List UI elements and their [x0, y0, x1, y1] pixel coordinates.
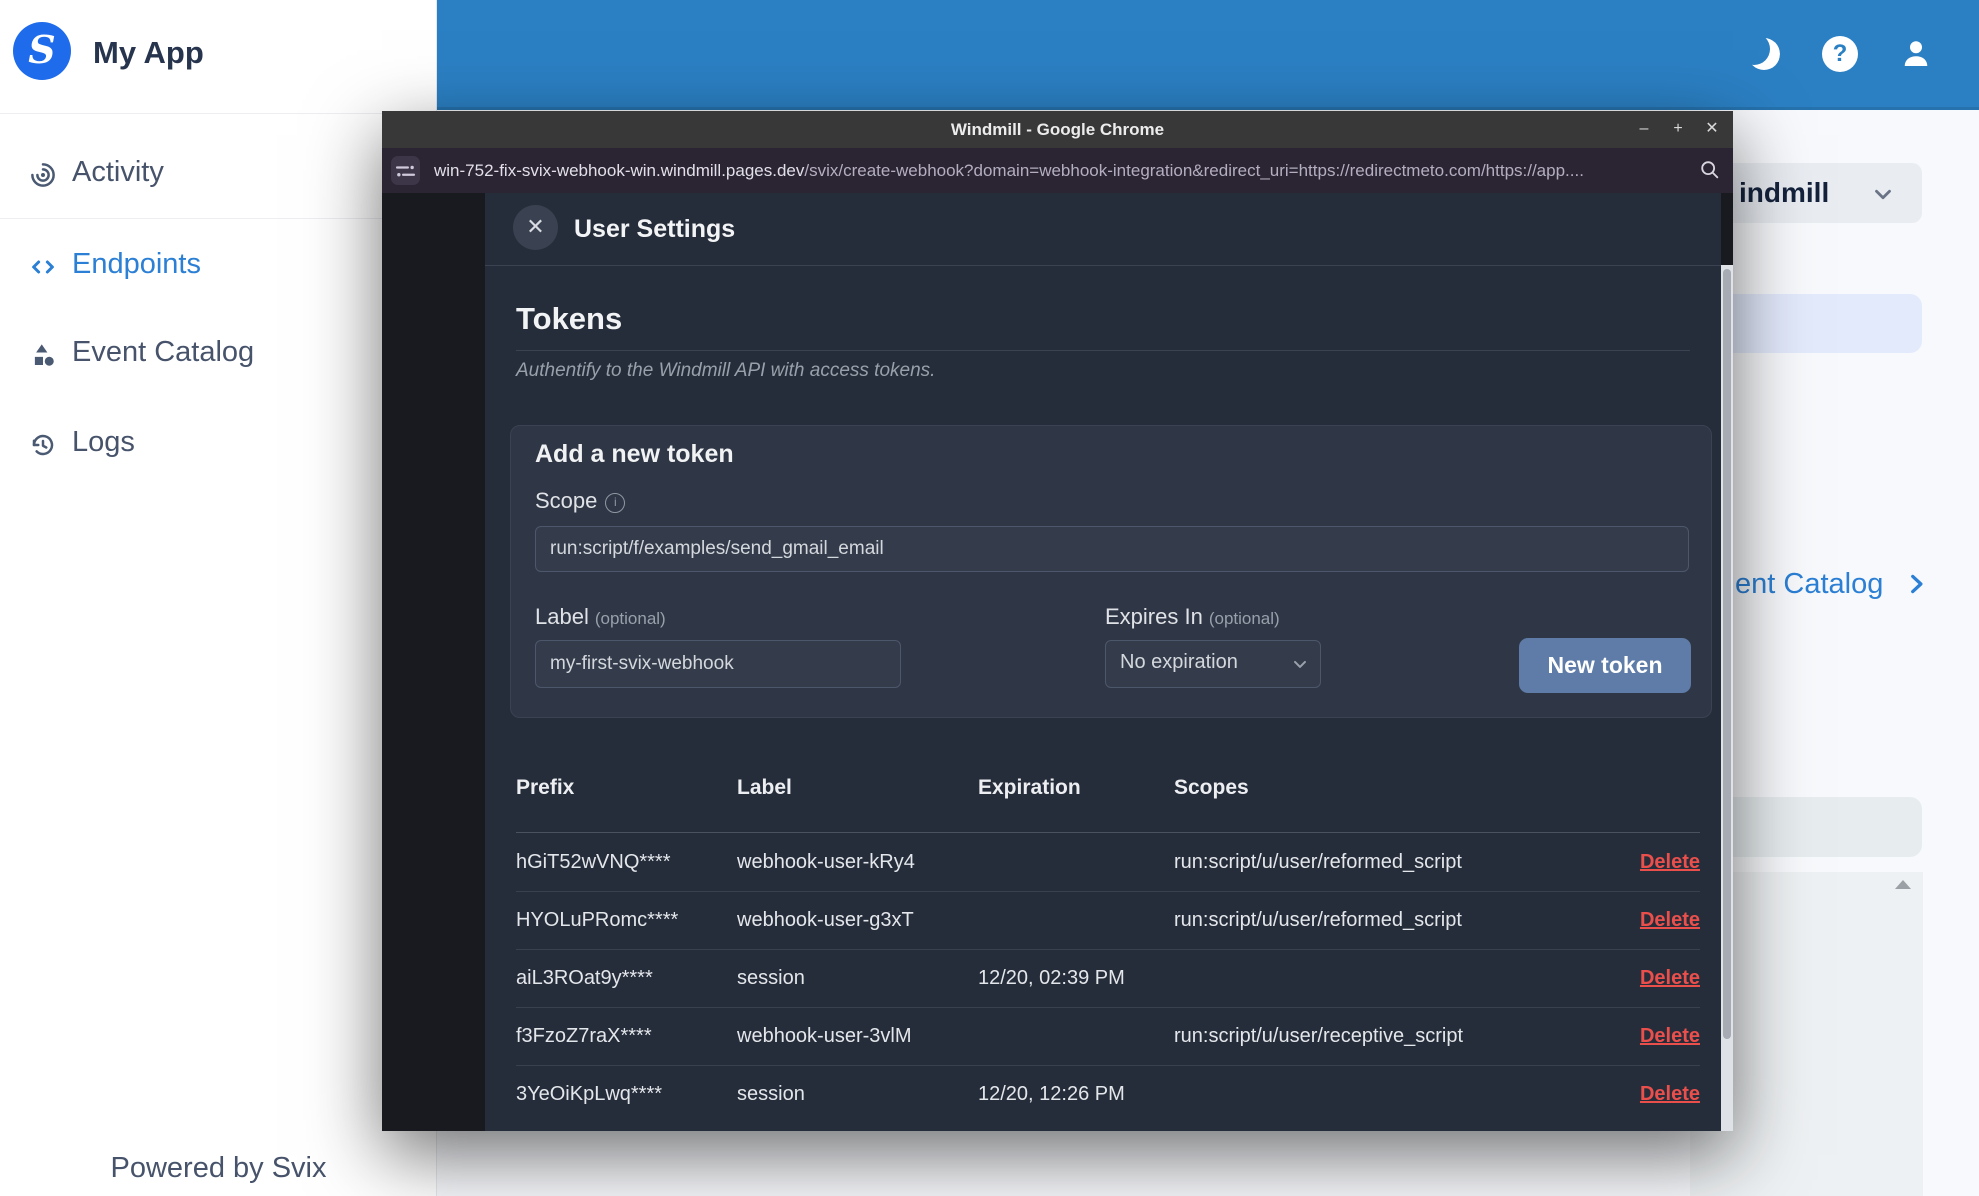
zoom-search-icon[interactable] — [1699, 159, 1721, 181]
activity-icon — [28, 160, 58, 190]
logs-icon — [28, 430, 58, 460]
chevron-right-icon — [1903, 571, 1929, 597]
event-catalog-link-label: ent Catalog — [1735, 568, 1884, 600]
tokens-subtitle: Authentify to the Windmill API with acce… — [516, 360, 936, 381]
add-token-heading: Add a new token — [535, 440, 734, 468]
sidebar-item-label: Logs — [72, 426, 135, 458]
workspace-dropdown-label: indmill — [1739, 177, 1830, 208]
info-icon: i — [605, 493, 626, 513]
app-name: My App — [93, 35, 204, 70]
event-catalog-link[interactable]: ent Catalog — [1733, 566, 1943, 606]
label-label: Label (optional) — [535, 604, 666, 629]
col-header-scopes: Scopes — [1174, 776, 1249, 799]
table-row: HYOLuPRomc**** webhook-user-g3xT run:scr… — [516, 891, 1700, 950]
token-label: webhook-user-kRy4 — [737, 851, 915, 873]
token-prefix: f3FzoZ7raX**** — [516, 1025, 652, 1047]
svix-logo-icon: S — [13, 22, 71, 80]
tokens-heading: Tokens — [516, 301, 623, 336]
maximize-button[interactable]: + — [1663, 111, 1693, 148]
table-row: hGiT52wVNQ**** webhook-user-kRy4 run:scr… — [516, 833, 1700, 892]
token-scopes: run:script/u/user/reformed_script — [1174, 909, 1462, 931]
scrollbar-thumb[interactable] — [1723, 269, 1731, 1039]
url-path: /svix/create-webhook?domain=webhook-inte… — [804, 161, 1584, 180]
col-header-label: Label — [737, 776, 792, 799]
table-row: 3YeOiKpLwq**** session 12/20, 12:26 PM D… — [516, 1065, 1700, 1123]
help-icon[interactable]: ? — [1822, 36, 1858, 72]
app-topbar: ? — [437, 0, 1979, 110]
token-prefix: HYOLuPRomc**** — [516, 909, 679, 931]
powered-by-svix: Powered by Svix — [110, 1152, 327, 1184]
expires-select[interactable]: No expiration — [1105, 640, 1321, 688]
chrome-window: Windmill - Google Chrome – + ✕ win-752-f… — [382, 111, 1733, 1131]
token-prefix: hGiT52wVNQ**** — [516, 851, 671, 873]
add-token-card: Add a new token Scopei Label(optional) E… — [510, 425, 1712, 718]
col-header-prefix: Prefix — [516, 776, 575, 799]
close-modal-button[interactable]: ✕ — [513, 205, 558, 250]
token-label: webhook-user-3vlM — [737, 1025, 912, 1047]
close-window-button[interactable]: ✕ — [1697, 111, 1727, 148]
site-settings-icon[interactable] — [391, 156, 420, 185]
token-label: webhook-user-g3xT — [737, 909, 914, 931]
sidebar-item-label: Activity — [72, 156, 164, 188]
table-row: f3FzoZ7raX**** webhook-user-3vlM run:scr… — [516, 1007, 1700, 1066]
window-titlebar[interactable]: Windmill - Google Chrome – + ✕ — [382, 111, 1733, 148]
table-row: aiL3ROat9y**** session 12/20, 02:39 PM D… — [516, 949, 1700, 1008]
col-header-expiration: Expiration — [978, 776, 1081, 799]
url-bar[interactable]: win-752-fix-svix-webhook-win.windmill.pa… — [382, 148, 1733, 193]
token-prefix: aiL3ROat9y**** — [516, 967, 653, 989]
modal-scrollbar[interactable] — [1721, 265, 1733, 1131]
scroll-up-icon[interactable] — [1895, 880, 1911, 889]
token-scopes: run:script/u/user/reformed_script — [1174, 851, 1462, 873]
browser-viewport: ✕ User Settings Tokens Authentify to the… — [382, 193, 1733, 1131]
delete-token-link[interactable]: Delete — [1640, 949, 1700, 1007]
sidebar-item-activity[interactable]: Activity — [0, 146, 437, 202]
token-label: session — [737, 967, 805, 989]
delete-token-link[interactable]: Delete — [1640, 1065, 1700, 1123]
new-token-button[interactable]: New token — [1519, 638, 1691, 693]
token-scopes: run:script/u/user/receptive_script — [1174, 1025, 1464, 1047]
sidebar-item-event-catalog[interactable]: Event Catalog — [0, 326, 437, 382]
minimize-button[interactable]: – — [1629, 111, 1659, 148]
url-domain: win-752-fix-svix-webhook-win.windmill.pa… — [434, 161, 805, 180]
window-title: Windmill - Google Chrome — [950, 120, 1165, 139]
user-icon[interactable] — [1898, 36, 1934, 72]
endpoints-icon — [28, 252, 58, 282]
sidebar: S My App Activity Endpoints Event Catalo… — [0, 0, 437, 1196]
address-text[interactable]: win-752-fix-svix-webhook-win.windmill.pa… — [434, 148, 1584, 193]
sidebar-item-endpoints[interactable]: Endpoints — [0, 238, 437, 294]
token-label: session — [737, 1083, 805, 1105]
moon-icon[interactable] — [1744, 36, 1780, 72]
expires-label: Expires In (optional) — [1105, 604, 1280, 629]
tokens-divider — [516, 350, 1690, 351]
scope-label: Scope i — [535, 488, 626, 514]
delete-token-link[interactable]: Delete — [1640, 1007, 1700, 1065]
sidebar-item-label: Endpoints — [72, 248, 201, 280]
modal-title: User Settings — [574, 215, 736, 243]
sidebar-divider — [0, 218, 437, 219]
sidebar-item-logs[interactable]: Logs — [0, 416, 437, 472]
expires-select-value: No expiration — [1120, 651, 1238, 673]
chevron-down-icon — [1290, 654, 1310, 674]
sidebar-item-label: Event Catalog — [72, 336, 255, 368]
event-catalog-icon — [28, 340, 58, 370]
chevron-down-icon — [1870, 181, 1896, 207]
token-expiration: 12/20, 12:26 PM — [978, 1083, 1125, 1105]
token-expiration: 12/20, 02:39 PM — [978, 967, 1125, 989]
sidebar-header: S My App — [0, 0, 437, 114]
token-prefix: 3YeOiKpLwq**** — [516, 1083, 663, 1105]
scope-input[interactable] — [535, 526, 1689, 572]
delete-token-link[interactable]: Delete — [1640, 891, 1700, 949]
delete-token-link[interactable]: Delete — [1640, 833, 1700, 891]
user-settings-modal: ✕ User Settings Tokens Authentify to the… — [485, 193, 1721, 1131]
token-label-input[interactable] — [535, 640, 901, 688]
modal-header: ✕ User Settings — [485, 193, 1721, 266]
